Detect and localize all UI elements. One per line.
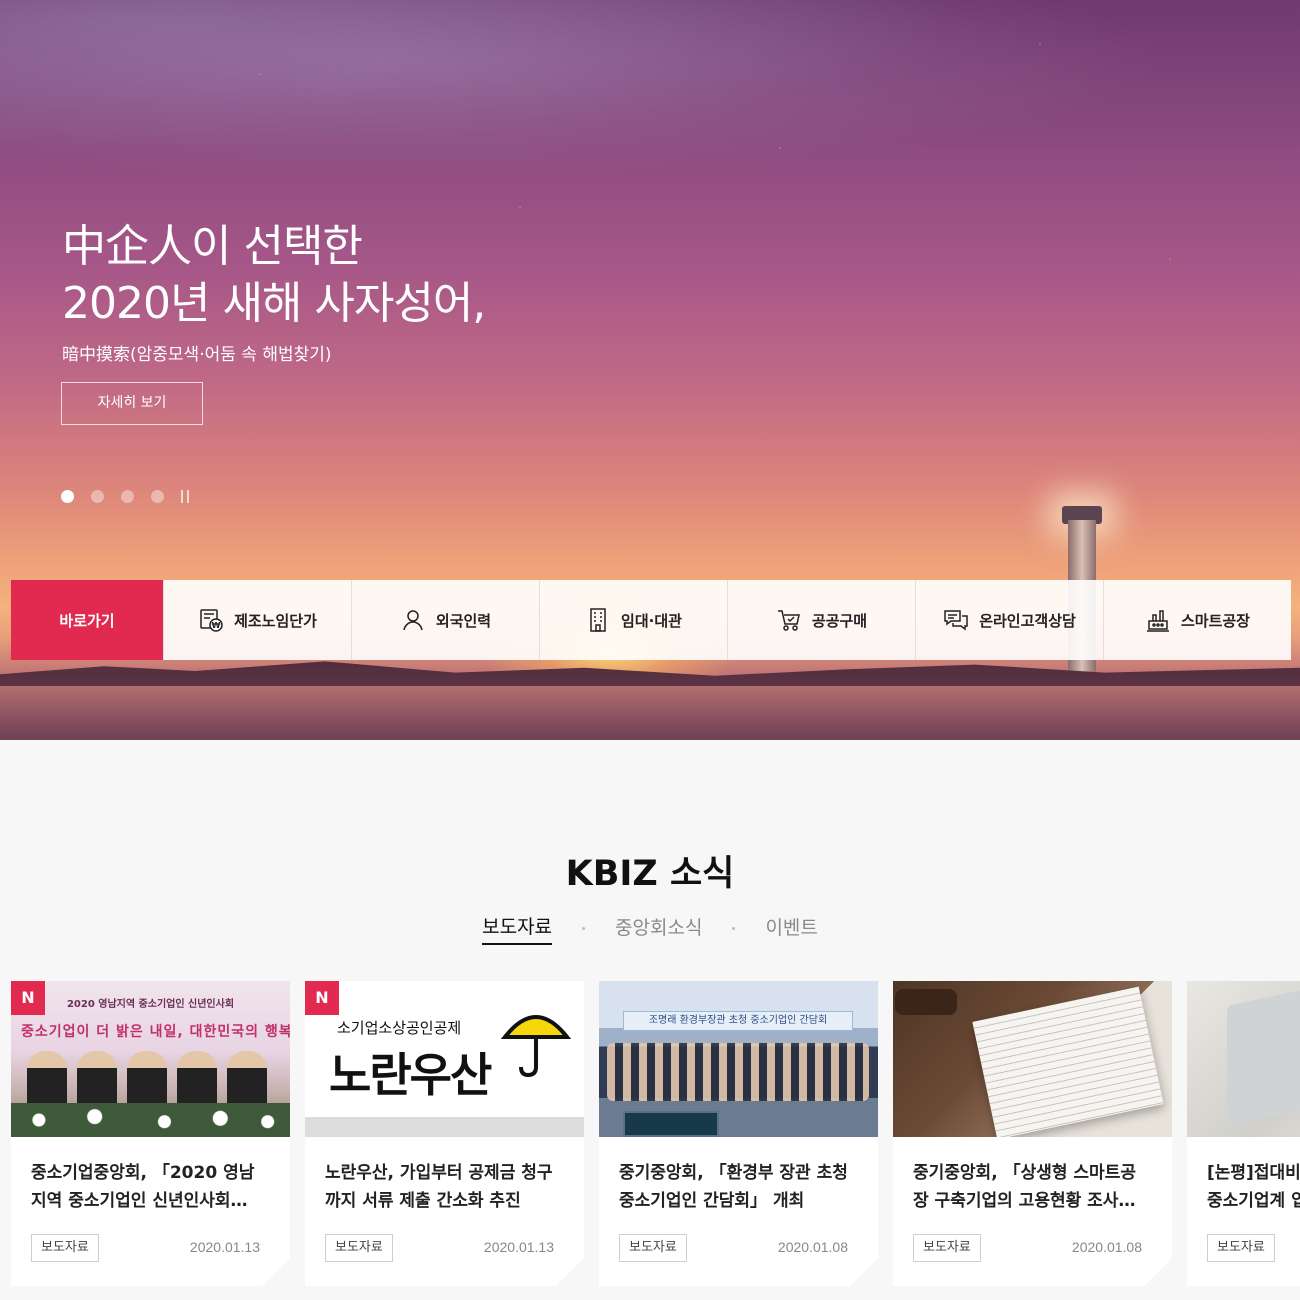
slide-dot-4[interactable] [151,490,164,503]
thumb-bottom-bar [305,1117,584,1137]
quick-link-label: 스마트공장 [1180,611,1250,630]
news-thumbnail [1187,981,1300,1137]
quick-link-wage[interactable]: ₩ 제조노임단가 [163,580,351,660]
quick-link-label: 공공구매 [811,611,868,630]
news-thumbnail [893,981,1172,1137]
news-card-category: 보도자료 [619,1234,687,1262]
new-badge: N [305,981,339,1015]
hero-title-line1: 中企人이 선택한 [62,221,363,272]
news-card[interactable]: 조명래 환경부장관 초청 중소기업인 간담회 중기중앙회, 「환경부 장관 초청… [599,981,878,1286]
news-card[interactable]: 소기업소상공인공제 노란우산 N 노란우산, 가입부터 공제금 청구까지 서류 … [305,981,584,1286]
quick-links-head: 바로가기 [11,580,163,660]
news-card-date: 2020.01.13 [483,1239,554,1255]
news-card-category: 보도자료 [1207,1234,1275,1262]
hero-subtitle: 暗中摸索(암중모색·어둠 속 해법찾기) [62,345,332,365]
tab-separator [732,927,736,930]
thumb-screen [623,1111,719,1137]
quick-link-label: 임대·대관 [621,611,682,630]
quick-link-rental[interactable]: 임대·대관 [539,580,727,660]
quick-link-label: 외국인력 [435,611,492,630]
thumb-crowd [607,1043,869,1101]
news-card-date: 2020.01.08 [777,1239,848,1255]
news-card[interactable]: 중기중앙회, 「상생형 스마트공장 구축기업의 고용현황 조사」 결과 발표 보… [893,981,1172,1286]
thumb-gavel [895,989,957,1015]
tab-press-release[interactable]: 보도자료 [482,912,553,945]
pause-icon[interactable] [181,490,189,503]
factory-icon [1146,610,1169,632]
tab-separator [582,927,586,930]
thumb-banner-text: 2020 영남지역 중소기업인 신년인사회 [66,999,235,1010]
new-badge: N [11,981,45,1015]
slide-dot-3[interactable] [121,490,134,503]
news-card-title: 중기중앙회, 「상생형 스마트공장 구축기업의 고용현황 조사」 결과 발표 [913,1163,1136,1211]
thumb-document [972,987,1163,1137]
sea [0,686,1300,740]
thumb-banner-text: 조명래 환경부장관 초청 중소기업인 간담회 [623,1011,853,1031]
chat-bubbles-icon [944,610,968,631]
thumb-flowers [11,1103,290,1137]
sky-clouds [0,0,1300,200]
tab-federation-news[interactable]: 중앙회소식 [615,913,702,944]
quick-link-label: 제조노임단가 [234,611,317,630]
tab-events[interactable]: 이벤트 [765,913,817,944]
news-card-title: [논평]접대비 한도 상향에 대한 중소기업계 입장 [1207,1163,1300,1211]
quick-link-online-consult[interactable]: 온라인고객상담 [915,580,1103,660]
quick-link-foreign-workers[interactable]: 외국인력 [351,580,539,660]
cart-icon [777,610,800,631]
person-icon [403,610,423,631]
building-icon [590,608,606,632]
news-card-list: 2020 영남지역 중소기업인 신년인사회 중소기업이 더 밝은 내일, 대한민… [11,981,1300,1286]
news-section-title: KBIZ 소식 [565,854,735,894]
news-card-title: 노란우산, 가입부터 공제금 청구까지 서류 제출 간소화 추진 [325,1163,553,1211]
news-card[interactable]: 2020 영남지역 중소기업인 신년인사회 중소기업이 더 밝은 내일, 대한민… [11,981,290,1286]
hero-title: 中企人이 선택한 2020년 새해 사자성어, [62,218,582,332]
hero-detail-button[interactable]: 자세히 보기 [61,382,203,425]
news-card-title: 중기중앙회, 「환경부 장관 초청 중소기업인 간담회」 개최 [619,1163,848,1211]
news-tabs: 보도자료 중앙회소식 이벤트 [0,912,1300,945]
svg-text:₩: ₩ [212,621,221,630]
thumb-line2: 노란우산 [329,1048,491,1102]
news-thumbnail: 2020 영남지역 중소기업인 신년인사회 중소기업이 더 밝은 내일, 대한민… [11,981,290,1137]
thumb-line1: 소기업소상공인공제 [337,1019,462,1037]
slide-dot-2[interactable] [91,490,104,503]
news-card-category: 보도자료 [913,1234,981,1262]
news-card-date: 2020.01.13 [189,1239,260,1255]
wage-calculator-icon: ₩ [200,609,223,632]
slide-pagination [61,490,189,503]
thumb-slogan-text: 중소기업이 더 밝은 내일, 대한민국의 행복한 [21,1024,290,1040]
hero-title-line2: 2020년 새해 사자성어, [62,278,486,329]
quick-link-smart-factory[interactable]: 스마트공장 [1103,580,1291,660]
news-card-category: 보도자료 [325,1234,393,1262]
thumb-laptop [1227,981,1300,1126]
news-thumbnail: 소기업소상공인공제 노란우산 N [305,981,584,1137]
news-card[interactable]: [논평]접대비 한도 상향에 대한 중소기업계 입장 보도자료 [1187,981,1300,1286]
umbrella-icon [501,1001,571,1081]
slide-dot-1[interactable] [61,490,74,503]
news-card-date: 2020.01.08 [1071,1239,1142,1255]
news-card-title: 중소기업중앙회, 「2020 영남지역 중소기업인 신년인사회」 개최 [31,1163,255,1211]
news-thumbnail: 조명래 환경부장관 초청 중소기업인 간담회 [599,981,878,1137]
quick-link-label: 온라인고객상담 [979,611,1076,630]
quick-links-bar: 바로가기 ₩ 제조노임단가 외국인력 임대·대관 공공구매 온라인고객상담 스마… [11,580,1291,660]
quick-link-public-purchase[interactable]: 공공구매 [727,580,915,660]
hero-banner: 中企人이 선택한 2020년 새해 사자성어, 暗中摸索(암중모색·어둠 속 해… [0,0,1300,740]
news-card-category: 보도자료 [31,1234,99,1262]
